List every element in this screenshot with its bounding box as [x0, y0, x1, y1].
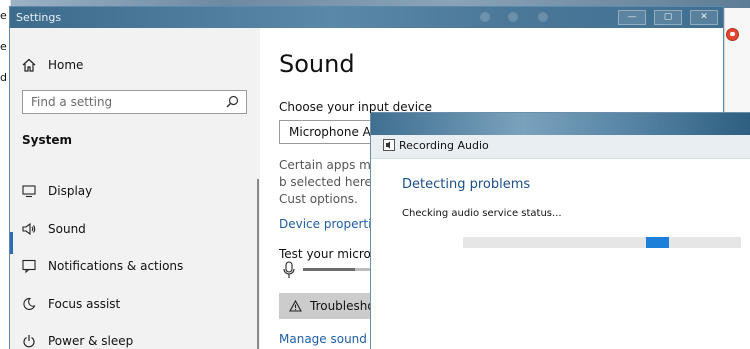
sidebar-item-label: Home [48, 58, 84, 72]
selected-indicator [10, 232, 13, 254]
moon-icon [23, 297, 36, 310]
audio-troubleshooter-icon [383, 139, 395, 151]
home-icon [22, 58, 36, 72]
search-input[interactable]: Find a setting [22, 90, 247, 114]
sidebar-scrollbar[interactable] [257, 179, 259, 349]
settings-titlebar[interactable]: Settings — ▢ ✕ [10, 7, 723, 28]
input-device-label: Choose your input device [279, 100, 433, 114]
sidebar-item-power-sleep[interactable]: Power & sleep [22, 334, 133, 348]
sidebar-item-label: Sound [48, 222, 86, 236]
window-title: Settings [16, 11, 62, 24]
monitor-icon [22, 185, 36, 198]
search-placeholder: Find a setting [31, 95, 113, 109]
recording-audio-dialog: Recording Audio Detecting problems Check… [371, 113, 750, 349]
sidebar-item-label: Display [48, 184, 93, 198]
faint-titlebar-dot [480, 12, 490, 22]
maximize-button[interactable]: ▢ [654, 10, 682, 25]
close-button[interactable]: ✕ [690, 10, 718, 25]
sidebar-item-notifications[interactable]: Notifications & actions [22, 259, 183, 273]
background-letter: d [0, 71, 7, 84]
page-title: Sound [279, 50, 355, 78]
reddit-icon[interactable] [726, 28, 739, 41]
microphone-icon [283, 261, 295, 278]
notification-icon [22, 259, 36, 273]
warning-icon [289, 300, 302, 312]
sidebar-item-sound[interactable]: Sound [22, 222, 86, 236]
sidebar-item-label: Power & sleep [48, 334, 134, 348]
sidebar-item-focus-assist[interactable]: Focus assist [22, 297, 120, 311]
minimize-button[interactable]: — [618, 10, 646, 25]
device-properties-link[interactable]: Device properties [279, 217, 385, 231]
dialog-heading: Detecting problems [402, 177, 531, 192]
sidebar-item-display[interactable]: Display [22, 184, 92, 198]
microphone-level-fill [303, 268, 356, 271]
dialog-titlebar[interactable]: Recording Audio [371, 135, 750, 159]
progress-indicator [646, 237, 669, 248]
sidebar-item-label: Focus assist [48, 297, 121, 311]
dialog-title: Recording Audio [399, 139, 489, 152]
power-icon [23, 335, 35, 348]
progress-bar [463, 237, 741, 248]
section-heading: System [22, 133, 72, 147]
speaker-icon [22, 222, 36, 236]
faint-titlebar-dot [538, 12, 548, 22]
settings-sidebar: Home Find a setting System Display Sound… [10, 28, 260, 349]
dialog-status-text: Checking audio service status... [402, 208, 562, 219]
sidebar-item-label: Notifications & actions [48, 259, 184, 273]
faint-titlebar-dot [508, 12, 518, 22]
sidebar-item-home[interactable]: Home [22, 58, 83, 72]
background-letter: e [0, 9, 7, 22]
background-letter: e [0, 40, 7, 53]
search-icon [226, 95, 239, 108]
